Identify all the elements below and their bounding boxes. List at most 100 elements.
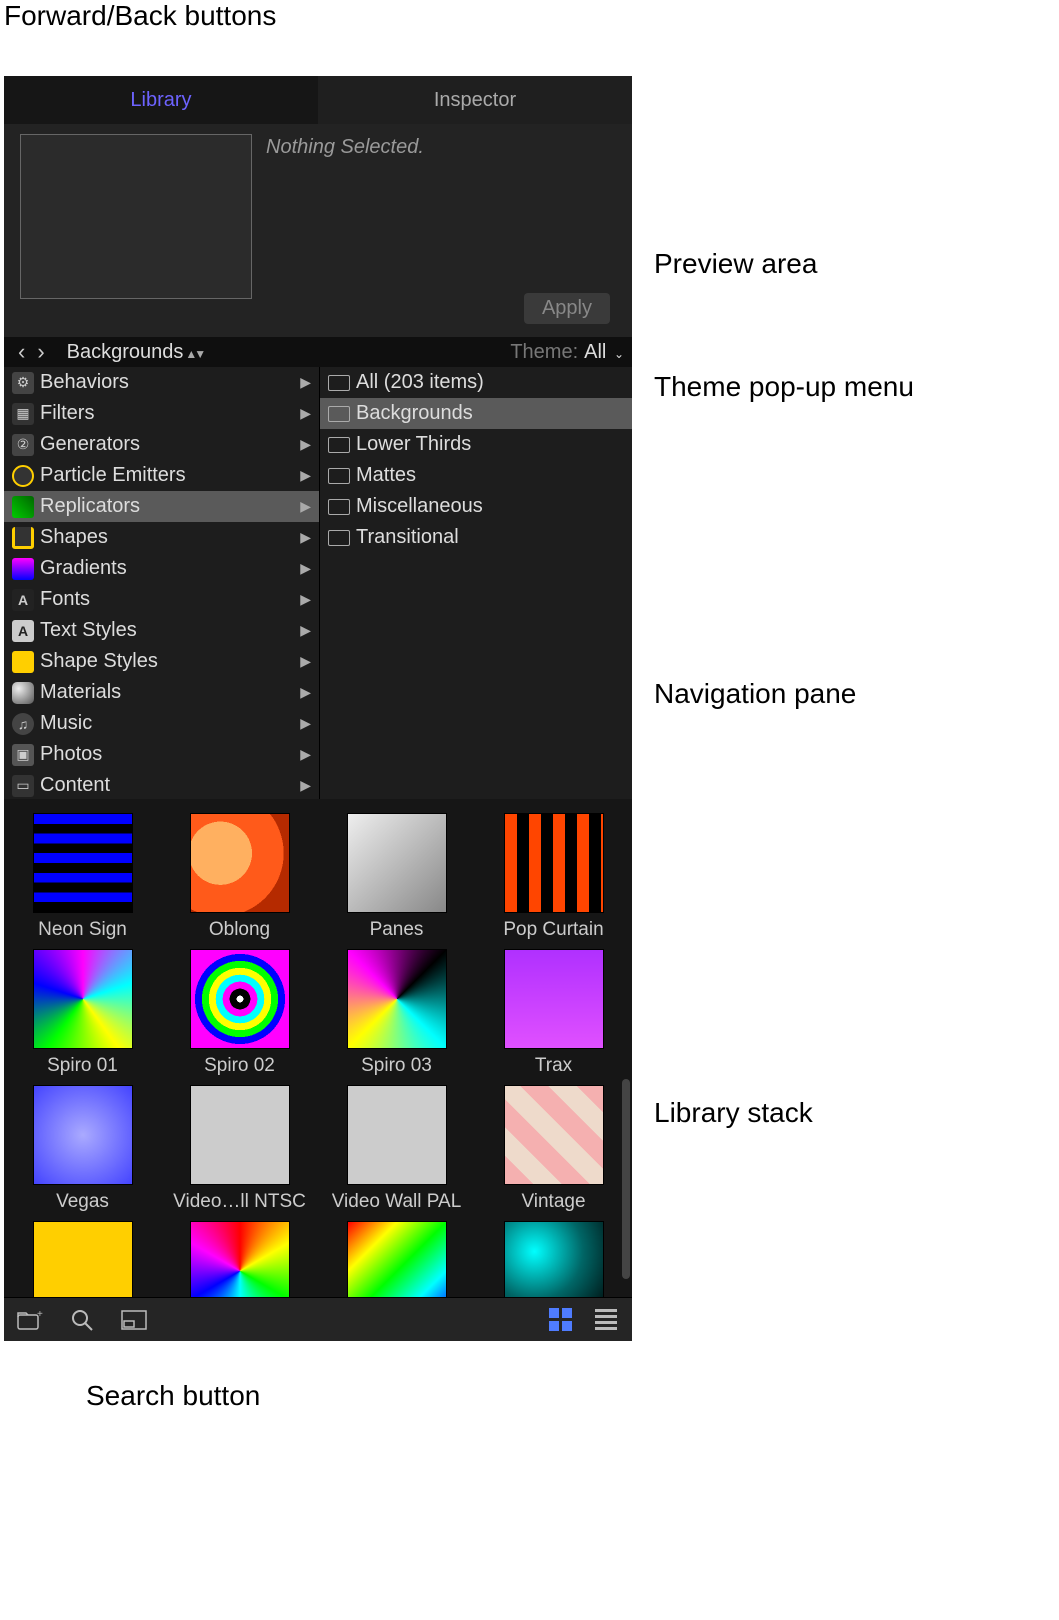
preview-status-text: Nothing Selected. — [266, 136, 424, 159]
category-label: Music — [40, 712, 92, 735]
list-view-button[interactable] — [592, 1308, 620, 1332]
category-item-generators[interactable]: Generators ▶ — [4, 429, 319, 460]
stack-label: Video Wall PAL — [332, 1191, 462, 1213]
stack-thumbnail — [33, 813, 133, 913]
stack-item[interactable] — [318, 1213, 475, 1297]
stack-item-oblong[interactable]: Oblong — [161, 805, 318, 941]
stack-thumbnail — [33, 1085, 133, 1185]
stack-item-vintage[interactable]: Vintage — [475, 1077, 632, 1213]
theme-popup-menu[interactable]: All ⌄ — [584, 341, 624, 364]
stack-label: Vintage — [521, 1191, 585, 1213]
search-button[interactable] — [68, 1308, 96, 1332]
category-item-replicators[interactable]: Replicators ▶ — [4, 491, 319, 522]
subcategory-item-transitional[interactable]: Transitional — [320, 522, 632, 553]
stack-item-spiro-01[interactable]: Spiro 01 — [4, 941, 161, 1077]
chevron-right-icon: ▶ — [300, 715, 311, 732]
category-label: Photos — [40, 743, 102, 766]
stack-item[interactable] — [161, 1213, 318, 1297]
stack-item-spiro-02[interactable]: Spiro 02 — [161, 941, 318, 1077]
category-label: Gradients — [40, 557, 127, 580]
tab-inspector[interactable]: Inspector — [318, 76, 632, 124]
stack-label: Trax — [535, 1055, 572, 1077]
annotation-library-stack: Library stack — [654, 1097, 813, 1129]
annotation-theme-popup: Theme pop-up menu — [654, 371, 914, 403]
category-icon — [12, 403, 34, 425]
category-label: Shapes — [40, 526, 108, 549]
forward-button[interactable]: › — [31, 339, 50, 365]
subcategory-item-backgrounds[interactable]: Backgrounds — [320, 398, 632, 429]
category-label: Shape Styles — [40, 650, 158, 673]
stack-item-spiro-03[interactable]: Spiro 03 — [318, 941, 475, 1077]
chevron-right-icon: ▶ — [300, 529, 311, 546]
back-button[interactable]: ‹ — [12, 339, 31, 365]
subcategory-column: All (203 items) Backgrounds Lower Thirds… — [320, 367, 632, 799]
subcategory-item-mattes[interactable]: Mattes — [320, 460, 632, 491]
category-item-filters[interactable]: Filters ▶ — [4, 398, 319, 429]
category-item-shape-styles[interactable]: Shape Styles ▶ — [4, 646, 319, 677]
stack-item-video-ll-ntsc[interactable]: Video…ll NTSC — [161, 1077, 318, 1213]
stack-thumbnail — [504, 1085, 604, 1185]
stack-item-trax[interactable]: Trax — [475, 941, 632, 1077]
apply-button[interactable]: Apply — [524, 293, 610, 324]
stack-item[interactable] — [4, 1213, 161, 1297]
category-label: Replicators — [40, 495, 140, 518]
stack-thumbnail — [347, 813, 447, 913]
stack-item-video-wall-pal[interactable]: Video Wall PAL — [318, 1077, 475, 1213]
category-item-music[interactable]: Music ▶ — [4, 708, 319, 739]
stack-item-vegas[interactable]: Vegas — [4, 1077, 161, 1213]
category-item-gradients[interactable]: Gradients ▶ — [4, 553, 319, 584]
category-item-fonts[interactable]: Fonts ▶ — [4, 584, 319, 615]
category-label: Materials — [40, 681, 121, 704]
category-item-materials[interactable]: Materials ▶ — [4, 677, 319, 708]
tab-library[interactable]: Library — [4, 76, 318, 124]
category-icon — [12, 434, 34, 456]
subcategory-item-all-203-items-[interactable]: All (203 items) — [320, 367, 632, 398]
grid-icon — [549, 1308, 572, 1331]
stack-item-neon-sign[interactable]: Neon Sign — [4, 805, 161, 941]
category-item-behaviors[interactable]: Behaviors ▶ — [4, 367, 319, 398]
stack-item-panes[interactable]: Panes — [318, 805, 475, 941]
stack-label: Vegas — [56, 1191, 109, 1213]
breadcrumb-label: Backgrounds — [67, 341, 184, 363]
category-icon — [12, 620, 34, 642]
stack-thumbnail — [347, 949, 447, 1049]
preview-thumbnail — [20, 134, 252, 299]
annotation-forward-back: Forward/Back buttons — [4, 0, 276, 32]
stack-thumbnail — [33, 949, 133, 1049]
category-item-content[interactable]: Content ▶ — [4, 770, 319, 799]
subcategory-item-miscellaneous[interactable]: Miscellaneous — [320, 491, 632, 522]
category-icon — [12, 651, 34, 673]
folder-icon — [328, 530, 350, 546]
breadcrumb-path[interactable]: Backgrounds▲▼ — [67, 341, 204, 364]
scrollbar-thumb[interactable] — [622, 1079, 630, 1279]
stack-thumbnail — [504, 813, 604, 913]
new-folder-button[interactable]: + — [16, 1308, 44, 1332]
svg-text:+: + — [37, 1309, 43, 1320]
subcategory-label: Mattes — [356, 464, 416, 487]
grid-view-button[interactable] — [546, 1308, 574, 1332]
category-icon — [12, 372, 34, 394]
category-item-particle-emitters[interactable]: Particle Emitters ▶ — [4, 460, 319, 491]
category-item-shapes[interactable]: Shapes ▶ — [4, 522, 319, 553]
category-label: Particle Emitters — [40, 464, 186, 487]
category-icon — [12, 496, 34, 518]
category-icon — [12, 713, 34, 735]
category-icon — [12, 682, 34, 704]
layout-button[interactable] — [120, 1308, 148, 1332]
category-label: Content — [40, 774, 110, 797]
stack-thumbnail — [190, 949, 290, 1049]
folder-icon — [328, 437, 350, 453]
annotation-navigation-pane: Navigation pane — [654, 678, 856, 710]
chevron-right-icon: ▶ — [300, 684, 311, 701]
list-icon — [595, 1309, 617, 1330]
category-item-photos[interactable]: Photos ▶ — [4, 739, 319, 770]
chevron-right-icon: ▶ — [300, 467, 311, 484]
subcategory-item-lower-thirds[interactable]: Lower Thirds — [320, 429, 632, 460]
category-item-text-styles[interactable]: Text Styles ▶ — [4, 615, 319, 646]
stack-item-pop-curtain[interactable]: Pop Curtain — [475, 805, 632, 941]
subcategory-label: Transitional — [356, 526, 459, 549]
stack-item[interactable] — [475, 1213, 632, 1297]
chevron-right-icon: ▶ — [300, 374, 311, 391]
panel-tabs: Library Inspector — [4, 76, 632, 124]
path-theme-bar: ‹ › Backgrounds▲▼ Theme: All ⌄ — [4, 337, 632, 367]
